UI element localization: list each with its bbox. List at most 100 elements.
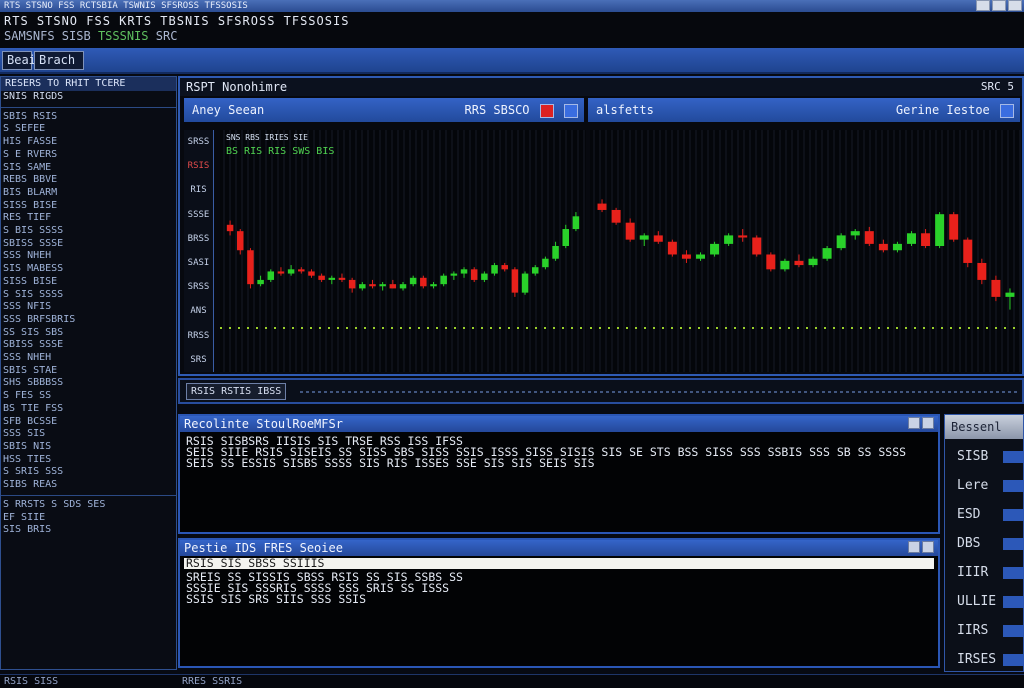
candle-body bbox=[328, 277, 336, 280]
candle-body bbox=[1005, 292, 1015, 297]
navigator-item[interactable]: S SRIS SSS bbox=[1, 466, 176, 479]
left-candlestick-chart[interactable]: SNS RBS IRIES SIE BS RIS RIS SWS BIS bbox=[220, 130, 586, 372]
candle-body bbox=[247, 250, 254, 285]
settings-chart-icon[interactable] bbox=[564, 103, 578, 118]
toolbar-button-2[interactable]: Brach bbox=[34, 51, 84, 70]
candle-body bbox=[430, 284, 437, 287]
navigator-item[interactable]: SBIS STAE bbox=[1, 365, 176, 378]
right-panel-row[interactable]: SISB bbox=[945, 443, 1024, 473]
navigator-item[interactable]: S SEFEE bbox=[1, 123, 176, 136]
candle-body bbox=[836, 235, 846, 249]
candle-body bbox=[267, 271, 275, 280]
candle-body bbox=[440, 275, 447, 285]
candle-body bbox=[738, 235, 748, 238]
status-strip-label[interactable]: RSIS RSTIS IBSS bbox=[186, 383, 287, 400]
candle-body bbox=[653, 235, 663, 242]
navigator-item[interactable]: SSS NFIS bbox=[1, 301, 176, 314]
axis-label: SSSE bbox=[187, 209, 210, 220]
navigator-item[interactable]: SSS SIS bbox=[1, 428, 176, 441]
right-panel-title[interactable]: Bessenl bbox=[945, 415, 1023, 439]
candle-body bbox=[597, 203, 607, 210]
header-line-2: SAMSNFS SISB TSSSNIS SRC bbox=[4, 29, 177, 43]
navigator-item[interactable]: SIS SAME bbox=[1, 162, 176, 175]
right-panel-row[interactable]: ULLIE bbox=[945, 588, 1024, 618]
navigator-item[interactable]: SSS BRFSBRIS bbox=[1, 314, 176, 327]
candle-body bbox=[794, 260, 804, 266]
minimize-icon[interactable] bbox=[908, 541, 920, 553]
candle-body bbox=[399, 284, 407, 289]
right-panel-row-label: IRSES bbox=[957, 652, 997, 667]
candle-body bbox=[237, 231, 244, 251]
right-side-panel: Bessenl SISB Lere ESD DBS IIIR ULLIE IIRS IRSES bbox=[944, 414, 1024, 672]
right-panel-row[interactable]: DBS bbox=[945, 530, 1024, 560]
console-2-lines: SREIS SS SISSIS SBSS RSIS SS SIS SSBS SS… bbox=[180, 571, 938, 605]
navigator-item[interactable]: SS SIS SBS bbox=[1, 327, 176, 340]
chart-legend-1: SNS RBS IRIES SIE bbox=[226, 133, 308, 142]
navigator-item[interactable]: SBIS NIS bbox=[1, 441, 176, 454]
console-2-title: Pestie IDS FRES Seoiee bbox=[184, 541, 343, 555]
candle-body bbox=[420, 277, 427, 287]
navigator-item[interactable]: S BIS SSSS bbox=[1, 225, 176, 238]
candle-body bbox=[963, 239, 973, 263]
right-panel-row[interactable]: IIIR bbox=[945, 559, 1024, 589]
console-1-line[interactable]: SEIS SS ESSIS SISBS SSSS SIS RIS ISSES S… bbox=[180, 457, 938, 469]
candle-body bbox=[906, 233, 917, 244]
right-panel-row[interactable]: IRSES bbox=[945, 646, 1024, 676]
right-panel-row-label: SISB bbox=[957, 449, 989, 464]
candle-body bbox=[481, 273, 488, 280]
navigator-list: SBIS RSIS S SEFEE HIS FASSE S E RVERS SIS SA… bbox=[1, 111, 176, 492]
candle-body bbox=[348, 279, 356, 289]
navigator-item[interactable]: BIS BLARM bbox=[1, 187, 176, 200]
candle-body bbox=[977, 262, 987, 280]
navigator-item[interactable]: SHS SBBBSS bbox=[1, 377, 176, 390]
navigator-item[interactable]: SISS BISE bbox=[1, 200, 176, 213]
candle-body bbox=[287, 269, 295, 274]
candle-body bbox=[501, 265, 508, 270]
navigator-item[interactable]: SSS NHEH bbox=[1, 250, 176, 263]
navigator-item[interactable]: S E RVERS bbox=[1, 149, 176, 162]
toolbar-button-1[interactable]: Beai bbox=[2, 51, 36, 70]
navigator-item[interactable]: RES TIEF bbox=[1, 212, 176, 225]
minimize-button[interactable] bbox=[976, 0, 990, 11]
right-candlestick-chart[interactable] bbox=[590, 130, 1022, 372]
candle-body bbox=[491, 265, 498, 274]
settings-chart-icon[interactable] bbox=[1000, 103, 1014, 118]
navigator-item[interactable]: SSS NHEH bbox=[1, 352, 176, 365]
navigator-item[interactable]: SBIS RSIS bbox=[1, 111, 176, 124]
right-panel-row-label: Lere bbox=[957, 478, 989, 493]
right-panel-row[interactable]: IIRS bbox=[945, 617, 1024, 647]
navigator-item[interactable]: HSS TIES bbox=[1, 454, 176, 467]
console-2-selected-line[interactable]: RSIS SIS SBSS SSIIIS bbox=[184, 557, 934, 569]
maximize-button[interactable] bbox=[992, 0, 1006, 11]
navigator-item[interactable]: HIS FASSE bbox=[1, 136, 176, 149]
navigator-item[interactable]: BS TIE FSS bbox=[1, 403, 176, 416]
candle-body bbox=[695, 254, 706, 259]
console-panel-2: Pestie IDS FRES Seoiee RSIS SIS SBSS SSI… bbox=[178, 538, 940, 668]
candle-body bbox=[878, 243, 888, 251]
navigator-item[interactable]: SISS BISE bbox=[1, 276, 176, 289]
navigator-footer-item[interactable]: S RRSTS S SDS SES bbox=[1, 499, 176, 512]
navigator-item[interactable]: S SIS SSSS bbox=[1, 289, 176, 302]
navigator-item[interactable]: SBISS SSSE bbox=[1, 238, 176, 251]
close-button[interactable] bbox=[1008, 0, 1022, 11]
navigator-item[interactable]: SFB BCSSE bbox=[1, 416, 176, 429]
right-panel-row[interactable]: Lere bbox=[945, 472, 1024, 502]
right-chart-title: alsfetts bbox=[596, 103, 654, 117]
minimize-icon[interactable] bbox=[908, 417, 920, 429]
console-2-line[interactable]: SSIS SIS SRS SIIS SSS SSIS bbox=[180, 593, 938, 605]
navigator-item[interactable]: SIBS REAS bbox=[1, 479, 176, 492]
navigator-item[interactable]: SIS MABESS bbox=[1, 263, 176, 276]
maximize-icon[interactable] bbox=[922, 417, 934, 429]
navigator-item[interactable]: SBISS SSSE bbox=[1, 339, 176, 352]
navigator-footer-item[interactable]: SIS BRIS bbox=[1, 524, 176, 537]
maximize-icon[interactable] bbox=[922, 541, 934, 553]
right-panel-row[interactable]: ESD bbox=[945, 501, 1024, 531]
toolbar: Beai Brach bbox=[0, 48, 1024, 74]
candle-body bbox=[470, 269, 478, 280]
axis-label: BRSS bbox=[187, 233, 210, 244]
status-strip-scrollbar[interactable] bbox=[300, 391, 1020, 393]
navigator-item[interactable]: S FES SS bbox=[1, 390, 176, 403]
navigator-item[interactable]: REBS BBVE bbox=[1, 174, 176, 187]
close-chart-icon[interactable] bbox=[539, 103, 554, 118]
navigator-footer-item[interactable]: EF SIIE bbox=[1, 512, 176, 525]
